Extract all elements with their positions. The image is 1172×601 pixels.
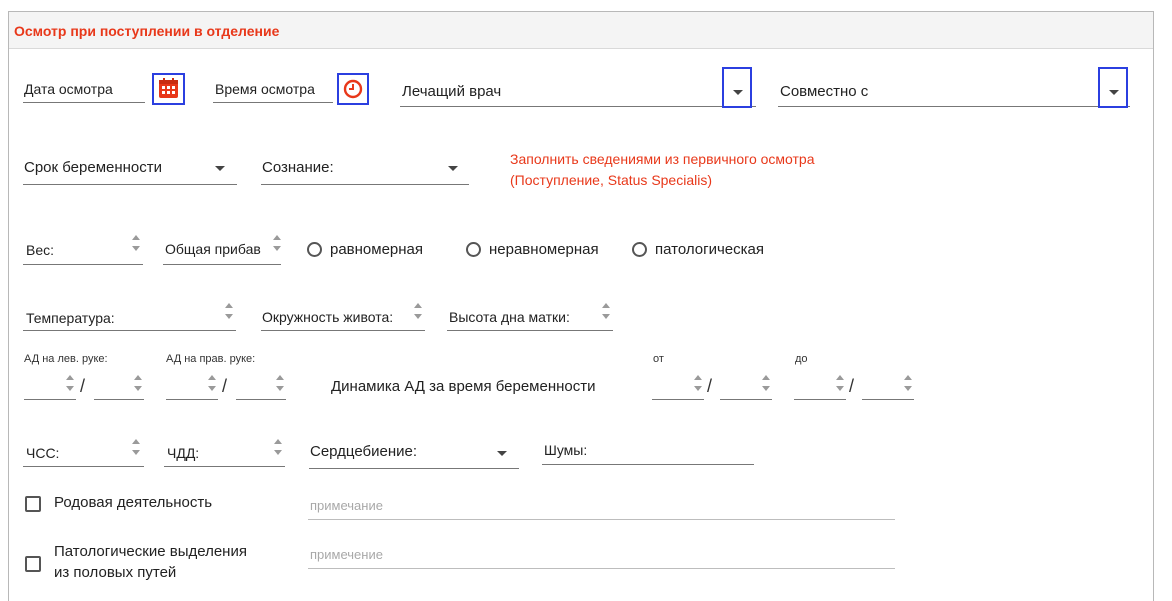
bp-left-sys-input[interactable] — [24, 399, 76, 400]
resp-rate-input[interactable]: ЧДД: — [167, 445, 199, 461]
spinner-arrows-icon[interactable] — [761, 374, 771, 392]
temperature-input[interactable]: Температура: — [26, 310, 115, 326]
time-picker-button[interactable] — [337, 73, 369, 105]
spinner-arrows-icon[interactable] — [207, 374, 217, 392]
abdomen-circumference-input[interactable]: Окружность живота: — [262, 309, 393, 325]
doctor-select[interactable]: Лечащий врач — [402, 83, 501, 100]
labor-note-underline — [308, 519, 895, 520]
labor-activity-checkbox[interactable] — [25, 496, 41, 512]
temperature-underline — [23, 330, 236, 331]
fill-note-line1: Заполнить сведениями из первичного осмот… — [510, 151, 815, 167]
spinner-arrows-icon[interactable] — [272, 234, 282, 252]
dynamics-to-sys-input[interactable] — [794, 399, 846, 400]
labor-note-input[interactable]: примечание — [310, 498, 383, 513]
heartbeat-select[interactable]: Сердцебиение: — [310, 443, 417, 460]
spinner-arrows-icon[interactable] — [903, 374, 913, 392]
heart-rate-underline — [23, 466, 144, 467]
slash: / — [222, 376, 228, 396]
to-label: до — [795, 353, 808, 365]
spinner-arrows-icon[interactable] — [835, 374, 845, 392]
bp-right-label: АД на прав. руке: — [166, 353, 256, 365]
pathological-discharge-checkbox[interactable] — [25, 556, 41, 572]
spinner-arrows-icon[interactable] — [273, 438, 283, 456]
clock-icon — [343, 79, 363, 99]
discharge-label-line1: Патологические выделения — [54, 543, 247, 560]
caret-down-icon[interactable] — [215, 166, 225, 171]
date-picker-button[interactable] — [152, 73, 185, 105]
calendar-icon — [159, 78, 178, 98]
caret-down-icon[interactable] — [497, 451, 507, 456]
from-label: от — [653, 353, 664, 365]
slash: / — [80, 376, 86, 396]
pregnancy-term-underline — [23, 184, 237, 185]
discharge-note-underline — [308, 568, 895, 569]
bp-dynamics-label: Динамика АД за время беременности — [331, 378, 596, 395]
heartbeat-underline — [309, 468, 519, 469]
slash: / — [849, 376, 855, 396]
fill-note-line2: (Поступление, Status Specialis) — [510, 172, 713, 188]
fundus-underline — [447, 330, 613, 331]
radio-pathological-label: патологическая — [655, 241, 764, 258]
weight-input[interactable]: Вес: — [26, 242, 54, 258]
consciousness-underline — [261, 184, 469, 185]
weight-underline — [23, 264, 143, 265]
consciousness-select[interactable]: Сознание: — [262, 159, 334, 176]
spinner-arrows-icon[interactable] — [131, 438, 141, 456]
caret-down-icon — [733, 90, 743, 95]
discharge-note-input[interactable]: примечение — [310, 547, 383, 562]
together-dropdown-button[interactable] — [1098, 67, 1128, 108]
resp-rate-underline — [164, 466, 285, 467]
dynamics-from-dia-input[interactable] — [720, 399, 772, 400]
radio-uniform[interactable] — [307, 242, 322, 257]
slash: / — [707, 376, 713, 396]
fundus-height-input[interactable]: Высота дна матки: — [449, 309, 570, 325]
doctor-underline — [400, 106, 756, 107]
bp-right-sys-input[interactable] — [166, 399, 218, 400]
radio-uneven-label: неравномерная — [489, 241, 599, 258]
spinner-arrows-icon[interactable] — [601, 302, 611, 320]
bp-left-label: АД на лев. руке: — [24, 353, 108, 365]
radio-uniform-label: равномерная — [330, 241, 424, 258]
labor-activity-label: Родовая деятельность — [54, 494, 213, 511]
exam-date-field[interactable]: Дата осмотра — [24, 81, 113, 97]
spinner-arrows-icon[interactable] — [224, 302, 234, 320]
caret-down-icon[interactable] — [448, 166, 458, 171]
exam-date-underline — [23, 102, 145, 103]
together-underline — [778, 106, 1130, 107]
noise-underline — [542, 464, 754, 465]
heart-rate-input[interactable]: ЧСС: — [26, 445, 59, 461]
radio-uneven[interactable] — [466, 242, 481, 257]
abdomen-underline — [261, 330, 425, 331]
discharge-label-line2: из половых путей — [54, 564, 177, 581]
bp-left-dia-input[interactable] — [94, 399, 144, 400]
dynamics-to-dia-input[interactable] — [862, 399, 914, 400]
spinner-arrows-icon[interactable] — [693, 374, 703, 392]
noise-input[interactable]: Шумы: — [544, 442, 587, 458]
bp-right-dia-input[interactable] — [236, 399, 286, 400]
caret-down-icon — [1109, 90, 1119, 95]
pregnancy-term-select[interactable]: Срок беременности — [24, 159, 162, 176]
total-gain-input[interactable]: Общая прибав — [165, 241, 261, 257]
exam-time-field[interactable]: Время осмотра — [215, 81, 315, 97]
radio-pathological[interactable] — [632, 242, 647, 257]
total-gain-underline — [163, 264, 281, 265]
spinner-arrows-icon[interactable] — [133, 374, 143, 392]
doctor-dropdown-button[interactable] — [722, 67, 752, 108]
spinner-arrows-icon[interactable] — [275, 374, 285, 392]
dynamics-from-sys-input[interactable] — [652, 399, 704, 400]
spinner-arrows-icon[interactable] — [131, 234, 141, 252]
spinner-arrows-icon[interactable] — [413, 302, 423, 320]
panel-title: Осмотр при поступлении в отделение — [14, 23, 280, 39]
exam-time-underline — [213, 102, 333, 103]
spinner-arrows-icon[interactable] — [65, 374, 75, 392]
together-with-select[interactable]: Совместно с — [780, 83, 868, 100]
